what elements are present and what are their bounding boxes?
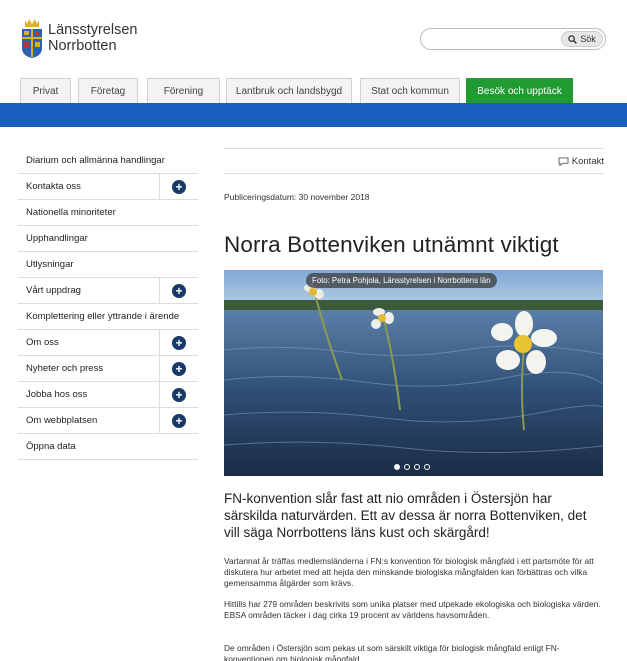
sidebar-item-upphandlingar[interactable]: Upphandlingar bbox=[18, 226, 198, 252]
sidebar-item-vart-uppdrag[interactable]: Vårt uppdrag + bbox=[18, 278, 198, 304]
sidebar-item-nationella-minoriteter[interactable]: Nationella minoriteter bbox=[18, 200, 198, 226]
article: Kontakt Publiceringsdatum: 30 november 2… bbox=[224, 148, 604, 258]
tab-forening[interactable]: Förening bbox=[147, 78, 220, 103]
logo-line-1: Länsstyrelsen bbox=[48, 22, 138, 38]
search-input[interactable] bbox=[431, 29, 561, 50]
sidebar-item-label: Om webbplatsen bbox=[26, 415, 98, 426]
article-paragraph: De områden i Östersjön som pekas ut som … bbox=[224, 643, 560, 661]
article-lead: FN-konvention slår fast att nio områden … bbox=[224, 491, 587, 540]
carousel-dot[interactable] bbox=[404, 464, 410, 470]
article-paragraph: Hittills har 279 områden beskrivits som … bbox=[224, 599, 601, 620]
tab-besok-och-upptack[interactable]: Besök och upptäck bbox=[466, 78, 573, 103]
sidebar-item-label: Komplettering eller yttrande i ärende bbox=[26, 311, 180, 322]
carousel-dot[interactable] bbox=[394, 464, 400, 470]
carousel-dots bbox=[394, 464, 430, 470]
tab-stat-och-kommun[interactable]: Stat och kommun bbox=[360, 78, 460, 103]
contact-bar: Kontakt bbox=[224, 148, 604, 174]
photo-credit: Foto: Petra Pohjola, Länsstyrelsen i Nor… bbox=[306, 273, 497, 288]
page-title: Norra Bottenviken utnämnt viktigt bbox=[224, 232, 559, 257]
search-icon bbox=[568, 34, 578, 44]
expand-icon[interactable]: + bbox=[172, 414, 186, 428]
article-paragraph: Vartannat år träffas medlemsländerna i F… bbox=[224, 556, 594, 588]
sidebar-item-label: Diarium och allmänna handlingar bbox=[26, 155, 165, 166]
sidebar-item-jobba-hos-oss[interactable]: Jobba hos oss + bbox=[18, 382, 198, 408]
sidebar-item-komplettering[interactable]: Komplettering eller yttrande i ärende bbox=[18, 304, 198, 330]
expand-icon[interactable]: + bbox=[172, 336, 186, 350]
search-button-label: Sök bbox=[580, 34, 596, 44]
coat-of-arms-icon bbox=[20, 18, 44, 58]
expand-icon[interactable]: + bbox=[172, 388, 186, 402]
carousel-dot[interactable] bbox=[414, 464, 420, 470]
sidebar-item-diarium[interactable]: Diarium och allmänna handlingar bbox=[18, 148, 198, 174]
search-box: Sök bbox=[420, 28, 606, 50]
article-image-carousel[interactable]: Foto: Petra Pohjola, Länsstyrelsen i Nor… bbox=[224, 270, 603, 476]
expand-icon[interactable]: + bbox=[172, 284, 186, 298]
sidebar-item-oppna-data[interactable]: Öppna data bbox=[18, 434, 198, 460]
search-button[interactable]: Sök bbox=[561, 31, 603, 47]
contact-link[interactable]: Kontakt bbox=[572, 156, 604, 167]
expand-icon[interactable]: + bbox=[172, 180, 186, 194]
sidebar-item-kontakta-oss[interactable]: Kontakta oss + bbox=[18, 174, 198, 200]
sidebar-item-om-oss[interactable]: Om oss + bbox=[18, 330, 198, 356]
sidebar-item-nyheter-och-press[interactable]: Nyheter och press + bbox=[18, 356, 198, 382]
sidebar-item-label: Kontakta oss bbox=[26, 181, 81, 192]
carousel-dot[interactable] bbox=[424, 464, 430, 470]
site-logo[interactable]: Länsstyrelsen Norrbotten bbox=[20, 16, 170, 60]
sidebar-item-label: Nyheter och press bbox=[26, 363, 104, 374]
logo-line-2: Norrbotten bbox=[48, 38, 117, 54]
flower-photo bbox=[224, 270, 603, 476]
speech-bubble-icon bbox=[558, 156, 569, 166]
sidebar-item-label: Jobba hos oss bbox=[26, 389, 88, 400]
tab-privat[interactable]: Privat bbox=[20, 78, 71, 103]
sidebar-item-label: Upphandlingar bbox=[26, 233, 88, 244]
sidebar-item-label: Om oss bbox=[26, 337, 59, 348]
tab-lantbruk[interactable]: Lantbruk och landsbygd bbox=[226, 78, 352, 103]
expand-icon[interactable]: + bbox=[172, 362, 186, 376]
sidebar-item-label: Nationella minoriteter bbox=[26, 207, 116, 218]
sidebar-menu: Diarium och allmänna handlingar Kontakta… bbox=[18, 148, 198, 460]
sidebar-item-label: Öppna data bbox=[26, 441, 76, 452]
sidebar-item-utlysningar[interactable]: Utlysningar bbox=[18, 252, 198, 278]
sidebar-item-label: Vårt uppdrag bbox=[26, 285, 81, 296]
tab-foretag[interactable]: Företag bbox=[78, 78, 138, 103]
publish-date: Publiceringsdatum: 30 november 2018 bbox=[224, 192, 370, 202]
sidebar-item-om-webbplatsen[interactable]: Om webbplatsen + bbox=[18, 408, 198, 434]
nav-bar bbox=[0, 103, 627, 127]
sidebar-item-label: Utlysningar bbox=[26, 259, 74, 270]
